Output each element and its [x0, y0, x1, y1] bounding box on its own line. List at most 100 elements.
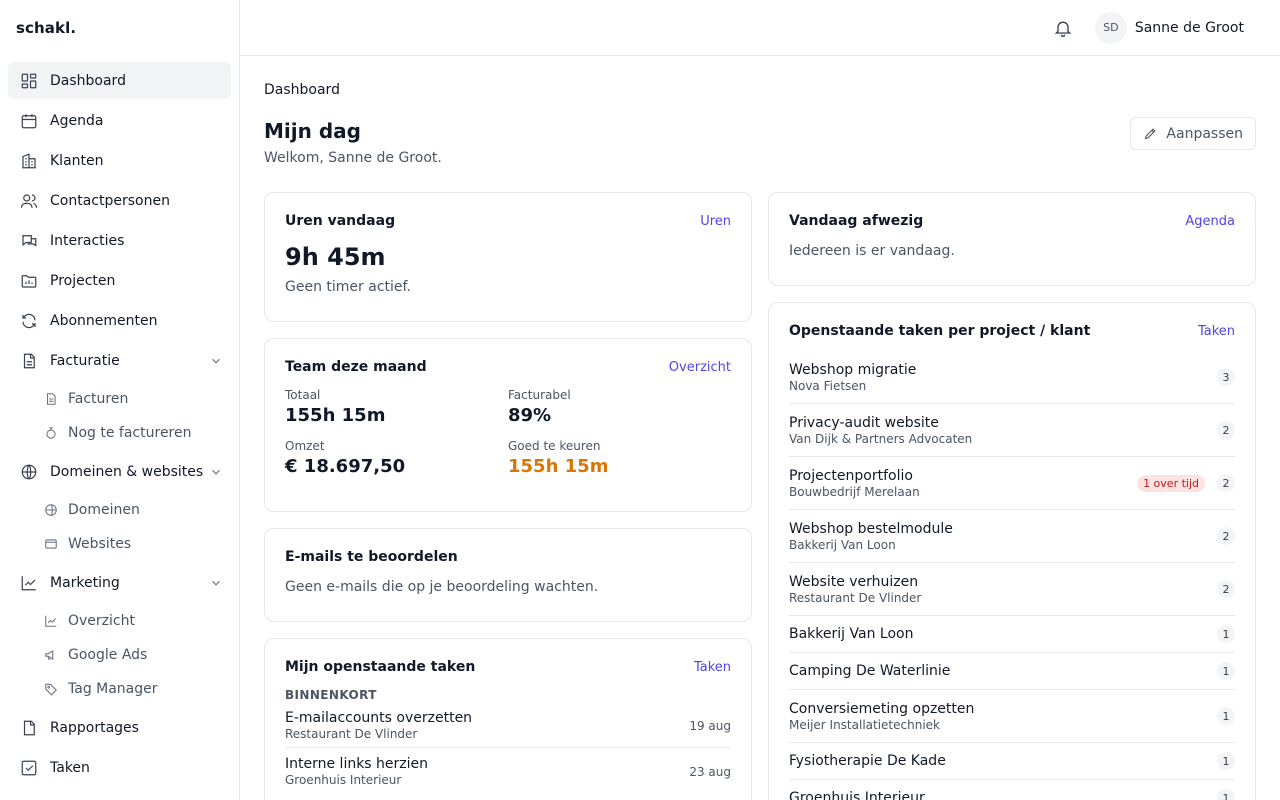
user-menu[interactable]: SD Sanne de Groot — [1094, 11, 1244, 44]
card-title: Uren vandaag — [285, 213, 396, 229]
sidebar-item-dashboard[interactable]: Dashboard — [8, 62, 231, 99]
sidebar-item-marketing[interactable]: Marketing — [8, 564, 231, 601]
stat-revenue: Omzet € 18.697,50 — [285, 439, 508, 477]
sidebar-subitem-label: Nog te factureren — [68, 425, 192, 441]
project-tasks-card: Openstaande taken per project / klant Ta… — [768, 302, 1256, 800]
welcome-text: Welkom, Sanne de Groot. — [264, 150, 442, 166]
building-icon — [20, 152, 38, 170]
sidebar-subitem-nog-te-factureren[interactable]: Nog te factureren — [8, 416, 231, 450]
tasks-link[interactable]: Taken — [694, 660, 731, 675]
card-title: Team deze maand — [285, 359, 427, 375]
overview-link[interactable]: Overzicht — [669, 360, 731, 375]
sidebar-item-contactpersonen[interactable]: Contactpersonen — [8, 182, 231, 219]
sidebar-subitem-google-ads[interactable]: Google Ads — [8, 638, 231, 672]
task-row[interactable]: E-mailaccounts overzetten Restaurant De … — [285, 702, 731, 748]
sidebar-item-label: Taken — [50, 759, 90, 776]
users-icon — [20, 192, 38, 210]
chat-icon — [20, 232, 38, 250]
sidebar-item-agenda[interactable]: Agenda — [8, 102, 231, 139]
task-count-badge: 1 — [1217, 707, 1235, 725]
project-title: Projectenportfolio — [789, 467, 913, 484]
tag-icon — [44, 682, 58, 696]
project-list: Webshop migratie Nova Fietsen 3 Privacy-… — [789, 351, 1235, 800]
app-logo[interactable]: schakl. — [0, 0, 239, 56]
sidebar-item-domeinen-websites[interactable]: Domeinen & websites — [8, 453, 231, 490]
project-row[interactable]: Website verhuizen Restaurant De Vlinder … — [789, 563, 1235, 616]
project-row[interactable]: Bakkerij Van Loon 1 — [789, 616, 1235, 653]
checkbox-icon — [20, 759, 38, 777]
project-client: Restaurant De Vlinder — [789, 590, 922, 605]
sidebar-item-label: Rapportages — [50, 719, 139, 736]
empty-state: Geen e-mails die op je beoordeling wacht… — [285, 579, 599, 595]
sidebar-item-label: Contactpersonen — [50, 192, 170, 209]
project-row[interactable]: Webshop bestelmodule Bakkerij Van Loon 2 — [789, 510, 1235, 563]
project-title: Conversiemeting opzetten — [789, 700, 975, 717]
task-count-badge: 2 — [1217, 527, 1235, 545]
project-title: Webshop migratie — [789, 361, 917, 378]
card-title: Openstaande taken per project / klant — [789, 323, 1091, 339]
chevron-down-icon[interactable] — [209, 354, 223, 368]
stat-value: 155h 15m — [285, 405, 386, 426]
sidebar-item-interacties[interactable]: Interacties — [8, 222, 231, 259]
project-title: Privacy-audit website — [789, 414, 939, 431]
sidebar-subitem-facturen[interactable]: Facturen — [8, 382, 231, 416]
report-icon — [20, 719, 38, 737]
calendar-icon — [20, 112, 38, 130]
timer-status: Geen timer actief. — [285, 279, 411, 295]
tasks-link[interactable]: Taken — [1198, 324, 1235, 339]
sidebar-item-projecten[interactable]: Projecten — [8, 262, 231, 299]
coin-icon — [44, 426, 58, 440]
project-title: Webshop bestelmodule — [789, 520, 953, 537]
sidebar-subitem-domeinen[interactable]: Domeinen — [8, 493, 231, 527]
project-row[interactable]: Camping De Waterlinie 1 — [789, 653, 1235, 690]
sidebar-nav: Dashboard Agenda Klanten Contactpersonen… — [0, 56, 239, 786]
sidebar-item-facturatie[interactable]: Facturatie — [8, 342, 231, 379]
sidebar-item-label: Marketing — [50, 574, 120, 591]
sidebar-item-label: Abonnementen — [50, 312, 158, 329]
stat-label: Goed te keuren — [508, 439, 601, 453]
sidebar-item-label: Dashboard — [50, 72, 126, 89]
sidebar-subitem-label: Overzicht — [68, 613, 135, 629]
hours-link[interactable]: Uren — [700, 214, 731, 229]
task-row[interactable]: Interne links herzien Groenhuis Interieu… — [285, 748, 731, 793]
sidebar-subitem-label: Tag Manager — [68, 681, 158, 697]
sidebar: schakl. Dashboard Agenda Klanten Contact… — [0, 0, 240, 800]
sidebar-subitem-overzicht[interactable]: Overzicht — [8, 604, 231, 638]
chevron-down-icon[interactable] — [209, 465, 223, 479]
task-client: Groenhuis Interieur — [285, 773, 402, 787]
sidebar-item-abonnementen[interactable]: Abonnementen — [8, 302, 231, 339]
project-row[interactable]: Projectenportfolio Bouwbedrijf Merelaan … — [789, 457, 1235, 510]
project-row[interactable]: Conversiemeting opzetten Meijer Installa… — [789, 690, 1235, 743]
task-date: 19 aug — [689, 718, 731, 733]
project-row[interactable]: Fysiotherapie De Kade 1 — [789, 743, 1235, 780]
sidebar-item-rapportages[interactable]: Rapportages — [8, 709, 231, 746]
project-title: Fysiotherapie De Kade — [789, 753, 946, 769]
project-row[interactable]: Groenhuis Interieur 1 — [789, 780, 1235, 800]
project-title: Website verhuizen — [789, 573, 919, 590]
empty-state: Iedereen is er vandaag. — [789, 243, 955, 259]
project-client: Bouwbedrijf Merelaan — [789, 484, 920, 499]
sidebar-item-klanten[interactable]: Klanten — [8, 142, 231, 179]
bell-icon[interactable] — [1053, 18, 1073, 38]
invoice-icon — [20, 352, 38, 370]
project-row[interactable]: Webshop migratie Nova Fietsen 3 — [789, 351, 1235, 404]
chevron-down-icon[interactable] — [209, 576, 223, 590]
stat-value: 155h 15m — [508, 456, 609, 477]
project-client: Nova Fietsen — [789, 378, 867, 393]
task-count-badge: 1 — [1217, 752, 1235, 770]
sidebar-subitem-websites[interactable]: Websites — [8, 527, 231, 561]
agenda-link[interactable]: Agenda — [1185, 214, 1235, 229]
sidebar-subitem-label: Websites — [68, 536, 132, 552]
page-title: Mijn dag — [264, 119, 361, 143]
task-count-badge: 3 — [1217, 368, 1235, 386]
emails-card: E-mails te beoordelen Geen e-mails die o… — [264, 528, 752, 622]
customize-button[interactable]: Aanpassen — [1130, 117, 1256, 150]
breadcrumb: Dashboard — [264, 82, 340, 98]
sidebar-subitem-tag-manager[interactable]: Tag Manager — [8, 672, 231, 706]
stat-label: Totaal — [285, 388, 321, 402]
sidebar-item-label: Domeinen & websites — [50, 463, 204, 480]
chart-icon — [44, 614, 58, 628]
sidebar-item-taken[interactable]: Taken — [8, 749, 231, 786]
project-row[interactable]: Privacy-audit website Van Dijk & Partner… — [789, 404, 1235, 457]
stat-label: Facturabel — [508, 388, 571, 402]
